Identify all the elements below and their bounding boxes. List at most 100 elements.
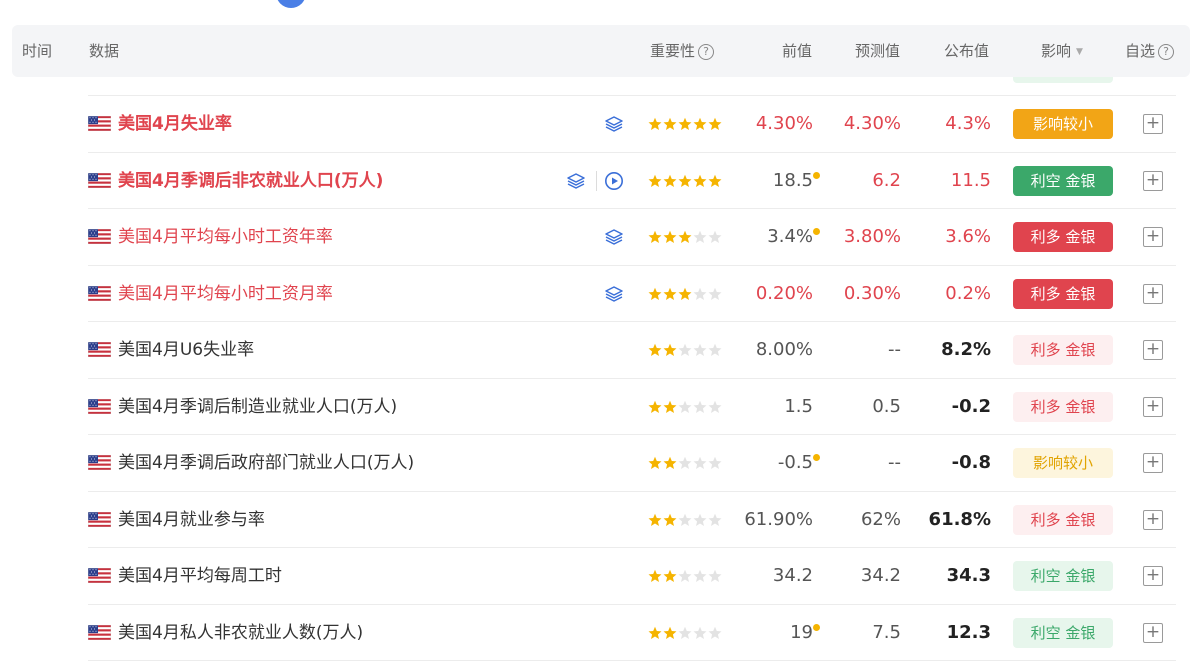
add-favorite-button[interactable]: + (1143, 509, 1163, 530)
importance-stars (648, 284, 724, 304)
indicator-name[interactable]: 美国4月平均每小时工资月率 (118, 266, 333, 322)
importance-stars (648, 510, 724, 530)
star-empty-icon (678, 626, 692, 639)
add-favorite-button[interactable]: + (1143, 566, 1163, 586)
star-empty-icon (693, 343, 707, 356)
table-row[interactable]: 美国4月平均每小时工资月率 0.20% 0.30% 0.2% 利多 金银 + (0, 266, 1200, 322)
help-icon[interactable]: ? (698, 44, 715, 60)
influence-badge: 利多 金银 (1013, 222, 1113, 252)
header-favorite: 自选? (1125, 25, 1175, 77)
icon-divider (596, 170, 597, 191)
indicator-name[interactable]: 美国4月季调后制造业就业人口(万人) (118, 379, 397, 435)
add-favorite-button[interactable]: + (1143, 340, 1163, 360)
table-row[interactable]: 美国4月平均每小时工资年率 3.4% 3.80% 3.6% 利多 金银 + (0, 209, 1200, 266)
indicator-name[interactable]: 美国4月U6失业率 (118, 322, 254, 378)
actual-value: 4.3% (945, 113, 991, 134)
add-favorite-button[interactable]: + (1143, 283, 1163, 304)
header-influence-sort[interactable]: 影响 ▼ (1041, 25, 1083, 77)
header-data: 数据 (89, 42, 120, 60)
star-filled-icon (648, 230, 662, 243)
influence-badge: 利空 金银 (1013, 561, 1113, 591)
influence-badge: 利多 金银 (1013, 504, 1113, 535)
star-filled-icon (663, 569, 677, 582)
star-empty-icon (708, 513, 722, 526)
indicator-name[interactable]: 美国4月私人非农就业人数(万人) (118, 605, 363, 661)
add-favorite-button[interactable]: + (1143, 622, 1163, 643)
indicator-name[interactable]: 美国4月季调后非农就业人口(万人) (118, 153, 383, 209)
star-filled-icon (648, 287, 662, 300)
indicator-name[interactable]: 美国4月就业参与率 (118, 492, 265, 548)
forecast-value: 6.2 (872, 169, 901, 191)
table-row[interactable]: 美国4月失业率 4.30% 4.30% 4.3% 影响较小 + (0, 96, 1200, 153)
star-filled-icon (678, 287, 692, 300)
layers-icon[interactable] (604, 114, 624, 134)
previous-value: 61.90% (744, 508, 813, 530)
star-empty-icon (708, 287, 722, 300)
table-row[interactable]: 美国4月季调后非农就业人口(万人) 18.5 6.2 11.5 利空 金银 + (0, 153, 1200, 209)
add-favorite-button[interactable]: + (1143, 396, 1163, 417)
header-importance: 重要性? (650, 25, 715, 77)
actual-value: 8.2% (941, 339, 991, 360)
play-icon[interactable] (604, 171, 624, 191)
importance-stars (648, 227, 724, 247)
forecast-value: 0.30% (843, 282, 901, 304)
star-empty-icon (678, 400, 692, 413)
header-time: 时间 (22, 42, 53, 60)
us-flag-icon (87, 172, 112, 201)
indicator-name[interactable]: 美国4月平均每周工时 (118, 548, 282, 604)
actual-value: 34.3 (946, 565, 991, 586)
previous-value: 3.4% (767, 226, 813, 247)
previous-row-tag-fragment (1013, 77, 1113, 83)
indicator-name[interactable]: 美国4月失业率 (118, 96, 232, 152)
us-flag-icon (87, 228, 112, 257)
actual-value: 12.3 (946, 621, 991, 643)
forecast-value: 3.80% (843, 226, 901, 247)
star-filled-icon (678, 230, 692, 243)
add-favorite-button[interactable]: + (1143, 227, 1163, 247)
star-empty-icon (708, 400, 722, 413)
star-empty-icon (693, 569, 707, 582)
star-filled-icon (648, 513, 662, 526)
forecast-value: -- (888, 452, 901, 473)
add-favorite-button[interactable]: + (1143, 170, 1163, 191)
actual-value: 11.5 (950, 169, 991, 191)
star-empty-icon (678, 513, 692, 526)
star-empty-icon (708, 569, 722, 582)
previous-value: -0.5 (777, 452, 813, 473)
forecast-value: 4.30% (843, 113, 901, 134)
add-favorite-button[interactable]: + (1143, 114, 1163, 134)
add-favorite-button[interactable]: + (1143, 453, 1163, 473)
table-row[interactable]: 美国4月季调后政府部门就业人口(万人) -0.5 -- -0.8 影响较小 + (0, 435, 1200, 492)
table-row[interactable]: 美国4月私人非农就业人数(万人) 19 7.5 12.3 利空 金银 + (0, 605, 1200, 661)
star-filled-icon (708, 174, 722, 187)
previous-value: 4.30% (755, 113, 813, 134)
layers-icon[interactable] (566, 171, 586, 191)
row-divider (88, 660, 1176, 661)
star-filled-icon (678, 174, 692, 187)
header-favorite-label: 自选 (1125, 42, 1156, 60)
influence-badge: 利多 金银 (1013, 278, 1113, 309)
us-flag-icon (87, 115, 112, 144)
forecast-value: 62% (860, 508, 901, 530)
influence-badge: 利空 金银 (1013, 165, 1113, 196)
indicator-name[interactable]: 美国4月平均每小时工资年率 (118, 209, 333, 265)
star-filled-icon (663, 513, 677, 526)
forecast-value: 0.5 (872, 395, 901, 417)
us-flag-icon (87, 398, 112, 427)
previous-value: 34.2 (772, 565, 813, 586)
star-empty-icon (678, 343, 692, 356)
table-row[interactable]: 美国4月就业参与率 61.90% 62% 61.8% 利多 金银 + (0, 492, 1200, 548)
star-filled-icon (693, 117, 707, 130)
table-row[interactable]: 美国4月U6失业率 8.00% -- 8.2% 利多 金银 + (0, 322, 1200, 379)
help-icon[interactable]: ? (1158, 44, 1175, 60)
table-row[interactable]: 美国4月季调后制造业就业人口(万人) 1.5 0.5 -0.2 利多 金银 + (0, 379, 1200, 435)
us-flag-icon (87, 341, 112, 370)
star-filled-icon (663, 230, 677, 243)
header-actual: 公布值 (944, 42, 990, 60)
indicator-name[interactable]: 美国4月季调后政府部门就业人口(万人) (118, 435, 414, 491)
revised-dot-icon (813, 454, 820, 461)
layers-icon[interactable] (604, 227, 624, 247)
table-row[interactable]: 美国4月平均每周工时 34.2 34.2 34.3 利空 金银 + (0, 548, 1200, 605)
layers-icon[interactable] (604, 284, 624, 304)
star-filled-icon (663, 400, 677, 413)
